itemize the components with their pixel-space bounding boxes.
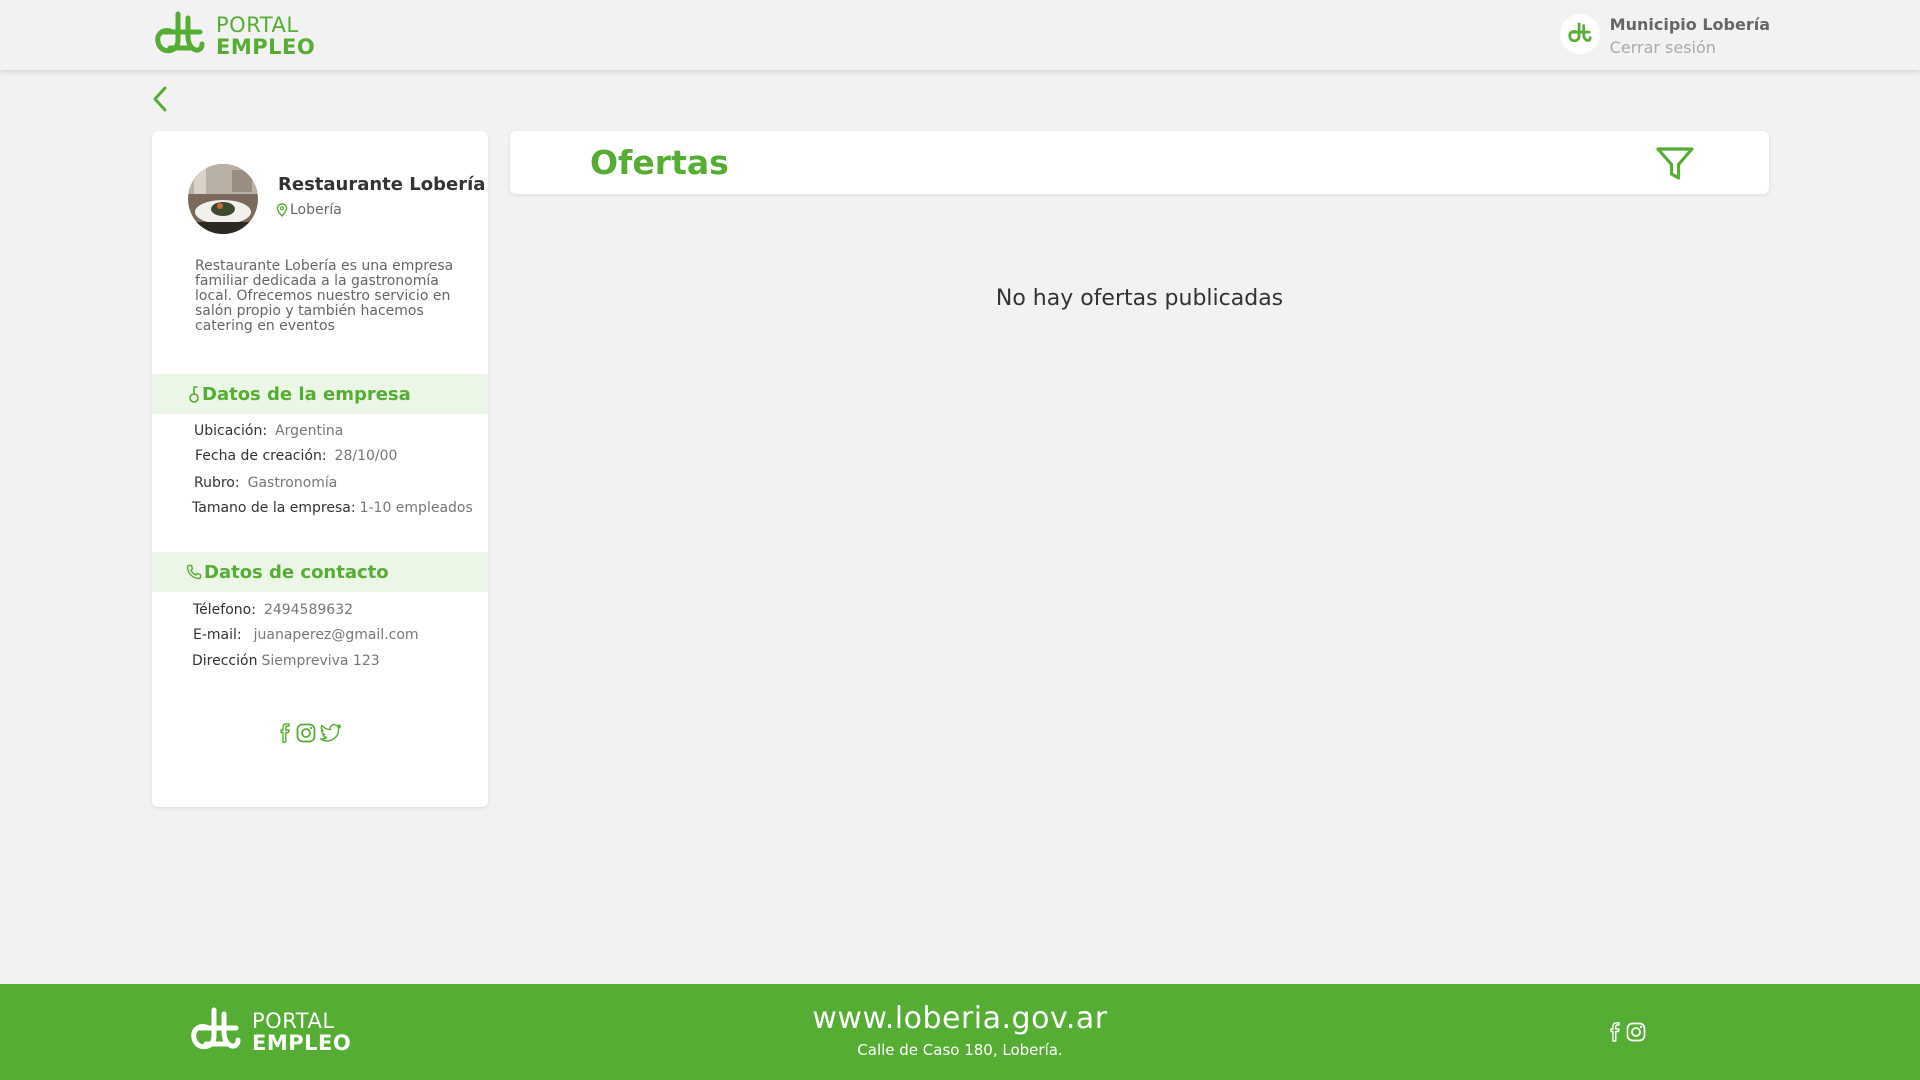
user-name: Municipio Lobería: [1609, 15, 1770, 34]
contact-row-direccion: Dirección Siempreviva 123: [192, 653, 380, 669]
data-label: Tamano de la empresa:: [192, 500, 356, 516]
contact-value: Siempreviva 123: [261, 653, 380, 669]
data-value: 28/10/00: [334, 448, 398, 464]
company-data-title: Datos de la empresa: [202, 383, 411, 405]
twitter-icon[interactable]: [320, 723, 342, 743]
contact-row-telefono: Télefono: 2494589632: [193, 602, 353, 618]
chevron-left-icon: [153, 86, 167, 112]
portal-empleo-logo[interactable]: PORTAL EMPLEO: [152, 10, 315, 62]
company-description: Restaurante Lobería es una empresa famil…: [195, 258, 454, 334]
company-avatar: [188, 164, 258, 234]
contact-label: E-mail:: [193, 627, 242, 643]
user-menu: Municipio Lobería Cerrar sesión: [1559, 14, 1770, 60]
instagram-icon[interactable]: [296, 723, 316, 743]
data-row-fecha: Fecha de creación: 28/10/00: [195, 448, 397, 464]
company-location: Lobería: [276, 202, 342, 218]
data-label: Rubro:: [194, 475, 240, 491]
facebook-icon[interactable]: [278, 723, 292, 743]
contact-value[interactable]: juanaperez@gmail.com: [254, 627, 419, 643]
location-pin-icon: [276, 203, 288, 217]
footer-social-links: [1608, 1022, 1646, 1042]
offers-title: Ofertas: [590, 143, 729, 182]
contact-row-email: E-mail: juanaperez@gmail.com: [193, 627, 419, 643]
portal-logo-icon: [155, 11, 205, 54]
company-profile-card: Restaurante Lobería Lobería Restaurante …: [152, 131, 488, 807]
back-button[interactable]: [148, 84, 172, 114]
data-value: Gastronomía: [247, 475, 338, 491]
company-location-text: Lobería: [290, 202, 342, 218]
offers-header: Ofertas: [510, 131, 1769, 194]
header: PORTAL EMPLEO Municipio Lobería Cerrar s…: [0, 0, 1920, 70]
filter-button[interactable]: [1656, 147, 1694, 185]
data-label: Fecha de creación:: [195, 448, 327, 464]
company-social-links: [278, 723, 342, 743]
contact-label: Télefono:: [193, 602, 256, 618]
contact-data-header: Datos de contacto: [152, 552, 488, 592]
contact-label: Dirección: [192, 653, 258, 669]
municipio-logo-icon: [1568, 22, 1592, 43]
data-label: Ubicación:: [194, 423, 268, 439]
logo-line2: EMPLEO: [216, 34, 316, 59]
data-row-ubicacion: Ubicación: Argentina: [194, 423, 343, 439]
phone-icon: [186, 564, 202, 580]
logout-link[interactable]: Cerrar sesión: [1610, 36, 1770, 60]
data-row-tamano: Tamano de la empresa: 1-10 empleados: [192, 500, 473, 516]
data-value: 1-10 empleados: [359, 500, 473, 516]
empty-offers-message: No hay ofertas publicadas: [995, 286, 1284, 311]
company-data-header: Datos de la empresa: [152, 374, 488, 414]
logo-line1: PORTAL: [216, 12, 299, 37]
contact-data-title: Datos de contacto: [204, 561, 389, 583]
user-avatar[interactable]: [1559, 14, 1600, 54]
facebook-icon[interactable]: [1608, 1022, 1622, 1042]
instagram-icon[interactable]: [1626, 1022, 1646, 1042]
data-value: Argentina: [275, 423, 344, 439]
footer-address: Calle de Caso 180, Lobería.: [857, 1041, 1063, 1059]
filter-icon: [1656, 147, 1694, 180]
company-name: Restaurante Lobería: [278, 174, 486, 195]
company-data-icon: [189, 386, 199, 403]
contact-value: 2494589632: [263, 602, 354, 618]
data-row-rubro: Rubro: Gastronomía: [194, 475, 337, 491]
